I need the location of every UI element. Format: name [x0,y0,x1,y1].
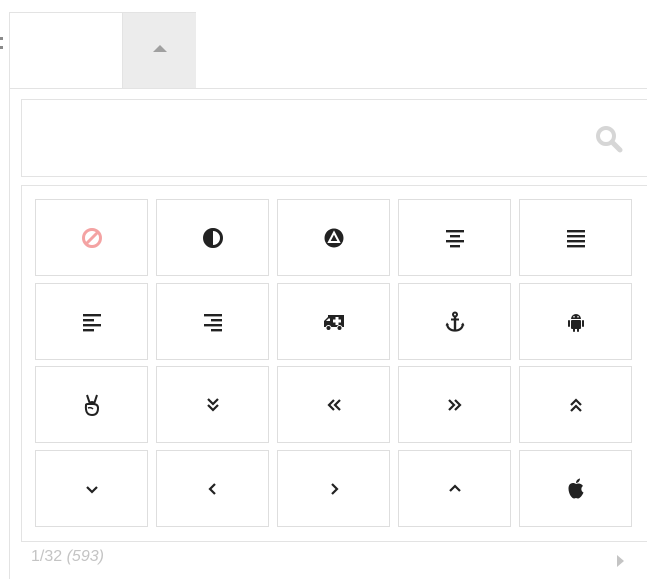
icon-option-angle-double-down[interactable] [156,366,269,443]
caret-up-icon [152,44,167,52]
icon-option-angle-left[interactable] [156,450,269,527]
angle-double-up-icon [569,397,582,412]
align-justify-icon [566,229,585,247]
angle-left-icon [207,482,216,495]
icon-grid [21,185,647,542]
apple-icon [568,478,583,498]
angellist-icon [84,394,99,416]
ban-icon [81,227,102,248]
anchor-icon [445,311,464,332]
angle-double-left-icon [326,398,341,411]
icon-option-align-center[interactable] [398,199,511,276]
ambulance-icon [323,314,344,331]
align-left-icon [82,313,101,331]
icon-option-android[interactable] [519,283,632,360]
icon-option-adjust[interactable] [156,199,269,276]
align-right-icon [203,313,222,331]
search-input[interactable] [22,100,647,176]
page-indicator: 1/32 [31,548,63,565]
android-icon [567,313,584,332]
dropdown-toggle-button[interactable] [122,13,196,91]
icon-option-adn[interactable] [277,199,390,276]
icon-option-angle-double-up[interactable] [519,366,632,443]
align-center-icon [445,229,464,247]
icon-option-angellist[interactable] [35,366,148,443]
icon-option-angle-right[interactable] [277,450,390,527]
icon-picker-popover: 1/32 (593) [9,88,647,579]
icon-option-apple[interactable] [519,450,632,527]
icon-picker-trigger[interactable] [9,12,196,91]
angle-down-icon [85,485,98,494]
icon-option-angle-up[interactable] [398,450,511,527]
icon-option-angle-double-left[interactable] [277,366,390,443]
angle-up-icon [448,483,461,492]
pagination-status: 1/32 (593) [31,548,104,566]
search-icon[interactable] [594,124,624,154]
icon-option-angle-double-right[interactable] [398,366,511,443]
icon-option-ban[interactable] [35,199,148,276]
icon-option-anchor[interactable] [398,283,511,360]
icon-option-angle-down[interactable] [35,450,148,527]
search-box [21,99,647,177]
total-count: (593) [66,548,104,565]
angle-double-down-icon [206,397,219,412]
angle-double-right-icon [447,398,462,411]
icon-option-align-justify[interactable] [519,199,632,276]
icon-option-align-right[interactable] [156,283,269,360]
selected-icon-value[interactable] [10,13,122,91]
label-colon [0,37,4,51]
adjust-icon [202,227,223,248]
angle-right-icon [330,482,339,495]
adn-icon [324,228,343,247]
icon-option-ambulance[interactable] [277,283,390,360]
next-page-icon[interactable] [617,555,624,567]
icon-option-align-left[interactable] [35,283,148,360]
